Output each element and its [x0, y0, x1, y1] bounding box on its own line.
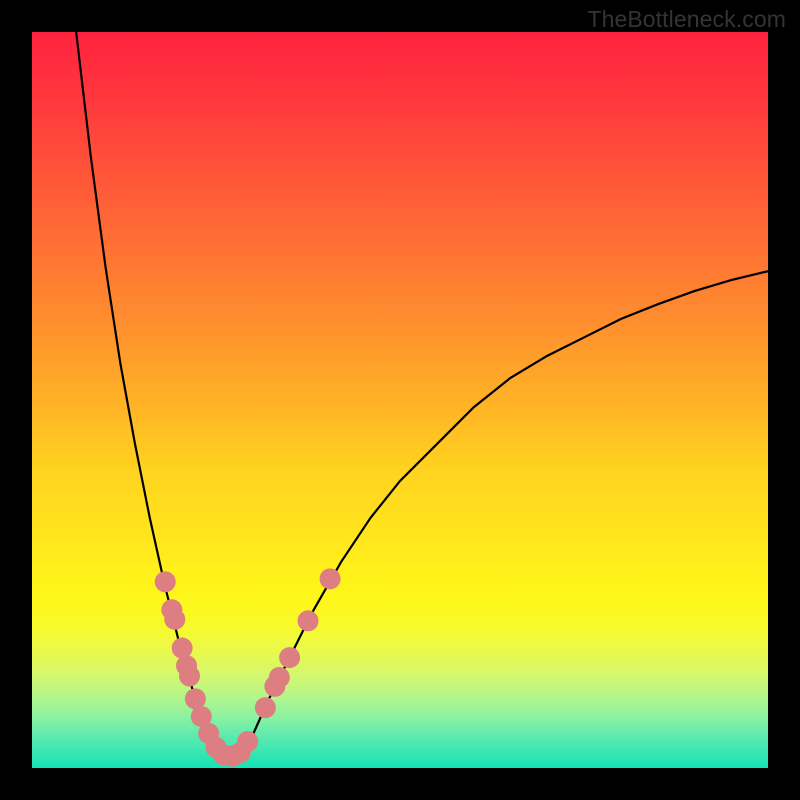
- left-branch-curve: [76, 32, 223, 755]
- data-marker: [320, 568, 341, 589]
- data-marker: [179, 666, 200, 687]
- plot-area: [32, 32, 768, 768]
- data-marker: [172, 638, 193, 659]
- data-marker: [164, 609, 185, 630]
- data-marker: [298, 610, 319, 631]
- data-marker: [255, 697, 276, 718]
- data-marker: [279, 647, 300, 668]
- credit-label: TheBottleneck.com: [587, 6, 786, 33]
- data-marker: [237, 731, 258, 752]
- chart-frame: TheBottleneck.com: [0, 0, 800, 800]
- data-marker: [155, 571, 176, 592]
- right-branch-curve: [238, 271, 768, 753]
- marker-group: [155, 568, 341, 766]
- curve-svg: [32, 32, 768, 768]
- data-marker: [269, 667, 290, 688]
